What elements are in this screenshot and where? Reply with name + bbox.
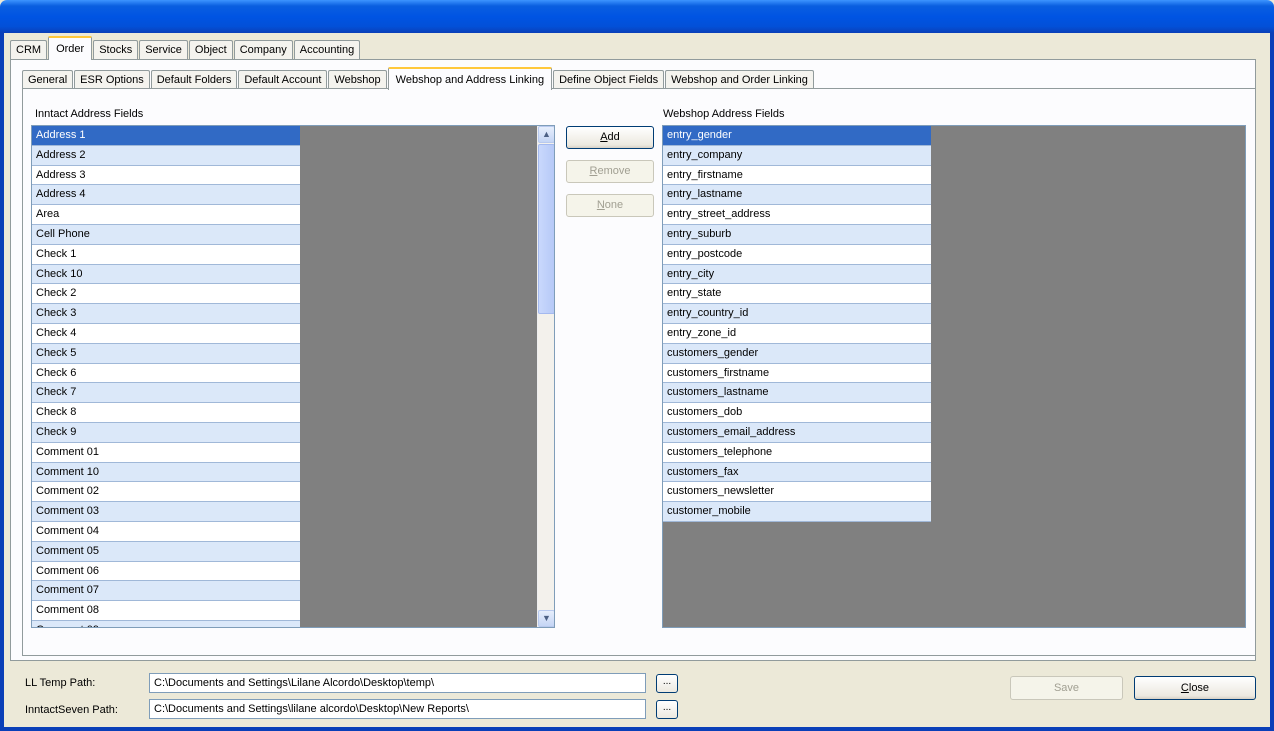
window-title-bar[interactable] xyxy=(0,0,1274,33)
inntact-path-input[interactable]: C:\Documents and Settings\lilane alcordo… xyxy=(149,699,646,719)
none-label-post: one xyxy=(604,199,624,211)
add-label-accel: A xyxy=(600,131,608,143)
add-label-post: dd xyxy=(607,131,620,143)
list-item[interactable]: Check 1 xyxy=(32,244,300,265)
list-item[interactable]: entry_lastname xyxy=(663,185,931,206)
list-item[interactable]: Comment 05 xyxy=(32,541,300,562)
inntact-list-column: Address 1 Address 2 Address 3 Address 4 Area… xyxy=(32,126,300,627)
list-item[interactable]: entry_firstname xyxy=(663,165,931,186)
tab-esr-options[interactable]: ESR Options xyxy=(74,70,150,90)
tab-service[interactable]: Service xyxy=(139,40,188,60)
tab-webshop[interactable]: Webshop xyxy=(328,70,387,90)
list-item[interactable]: entry_gender xyxy=(663,126,931,146)
list-item[interactable]: Check 5 xyxy=(32,343,300,364)
tab-stocks[interactable]: Stocks xyxy=(93,40,139,60)
list-item[interactable]: entry_postcode xyxy=(663,244,931,265)
list-item[interactable]: Comment 02 xyxy=(32,482,300,503)
list-item[interactable]: Address 1 xyxy=(32,126,300,146)
list-item[interactable]: Comment 06 xyxy=(32,561,300,582)
list-item[interactable]: Address 4 xyxy=(32,185,300,206)
list-item[interactable]: Comment 08 xyxy=(32,601,300,621)
tab-webshop-address-linking[interactable]: Webshop and Address Linking xyxy=(387,67,553,90)
list-item[interactable]: Comment 10 xyxy=(32,462,300,483)
scroll-up-icon[interactable]: ▲ xyxy=(538,126,554,143)
tab-webshop-order-linking[interactable]: Webshop and Order Linking xyxy=(665,70,814,90)
list-item[interactable]: Comment 03 xyxy=(32,502,300,522)
none-button[interactable]: None xyxy=(566,194,654,217)
tab-default-folders[interactable]: Default Folders xyxy=(150,70,238,90)
list-item[interactable]: entry_suburb xyxy=(663,224,931,245)
add-button[interactable]: Add xyxy=(566,126,654,149)
list-item[interactable]: customers_gender xyxy=(663,343,931,364)
inntact-browse-button[interactable]: ... xyxy=(656,700,678,719)
tab-define-object-fields[interactable]: Define Object Fields xyxy=(553,70,665,90)
list-item[interactable]: customers_newsletter xyxy=(663,482,931,503)
inntact-fields-label: Inntact Address Fields xyxy=(35,108,144,120)
list-item[interactable]: customer_mobile xyxy=(663,502,931,522)
webshop-fields-label: Webshop Address Fields xyxy=(663,108,785,120)
list-item[interactable]: Check 9 xyxy=(32,422,300,443)
list-item[interactable]: entry_zone_id xyxy=(663,323,931,344)
list-item[interactable]: Cell Phone xyxy=(32,224,300,245)
list-item[interactable]: Comment 09 xyxy=(32,620,300,627)
list-item[interactable]: entry_country_id xyxy=(663,304,931,324)
tab-order[interactable]: Order xyxy=(48,36,93,60)
remove-label-post: emove xyxy=(597,165,631,177)
inntact-address-fields-list[interactable]: Address 1 Address 2 Address 3 Address 4 Area… xyxy=(31,125,555,628)
tab-object[interactable]: Object xyxy=(188,40,233,60)
list-item[interactable]: Comment 01 xyxy=(32,442,300,463)
list-item[interactable]: Check 8 xyxy=(32,403,300,423)
list-item[interactable]: customers_fax xyxy=(663,462,931,483)
list-item[interactable]: entry_company xyxy=(663,145,931,166)
close-label-accel: C xyxy=(1180,681,1189,694)
save-button[interactable]: Save xyxy=(1010,676,1123,700)
sub-tab-strip: General ESR Options Default Folders Defa… xyxy=(22,67,815,90)
list-item[interactable]: Check 4 xyxy=(32,323,300,344)
remove-button[interactable]: Remove xyxy=(566,160,654,183)
inntact-list-scrollbar[interactable]: ▲ ▼ xyxy=(537,126,554,627)
list-item[interactable]: customers_lastname xyxy=(663,383,931,404)
close-label-post: lose xyxy=(1188,681,1210,694)
list-item[interactable]: entry_state xyxy=(663,284,931,305)
list-item[interactable]: Check 2 xyxy=(32,284,300,305)
list-item[interactable]: Check 10 xyxy=(32,264,300,285)
list-item[interactable]: customers_dob xyxy=(663,403,931,423)
list-item[interactable]: Address 3 xyxy=(32,165,300,186)
ll-temp-path-label: LL Temp Path: xyxy=(25,677,96,689)
list-item[interactable]: customers_firstname xyxy=(663,363,931,384)
ll-temp-browse-button[interactable]: ... xyxy=(656,674,678,693)
list-item[interactable]: customers_email_address xyxy=(663,422,931,443)
list-item[interactable]: Comment 04 xyxy=(32,521,300,542)
webshop-address-fields-list[interactable]: entry_gender entry_company entry_firstname… xyxy=(662,125,1246,628)
list-item[interactable]: customers_telephone xyxy=(663,442,931,463)
inntact-path-label: InntactSeven Path: xyxy=(25,704,118,716)
top-tab-strip: CRM Order Stocks Service Object Company … xyxy=(10,36,361,60)
tab-accounting[interactable]: Accounting xyxy=(293,40,361,60)
tab-general[interactable]: General xyxy=(22,70,74,90)
close-button[interactable]: Close xyxy=(1134,676,1256,700)
list-item[interactable]: Check 3 xyxy=(32,304,300,324)
scroll-thumb[interactable] xyxy=(538,144,554,314)
webshop-list-column: entry_gender entry_company entry_firstname… xyxy=(663,126,931,522)
tab-default-account[interactable]: Default Account xyxy=(238,70,328,90)
ll-temp-path-input[interactable]: C:\Documents and Settings\Lilane Alcordo… xyxy=(149,673,646,693)
scroll-down-icon[interactable]: ▼ xyxy=(538,610,554,627)
list-item[interactable]: Check 6 xyxy=(32,363,300,384)
list-item[interactable]: Check 7 xyxy=(32,383,300,404)
list-item[interactable]: entry_city xyxy=(663,264,931,285)
list-item[interactable]: Address 2 xyxy=(32,145,300,166)
none-label-accel: N xyxy=(596,199,605,211)
tab-crm[interactable]: CRM xyxy=(10,40,48,60)
tab-company[interactable]: Company xyxy=(233,40,293,60)
list-item[interactable]: entry_street_address xyxy=(663,205,931,225)
list-item[interactable]: Comment 07 xyxy=(32,581,300,602)
list-item[interactable]: Area xyxy=(32,205,300,225)
